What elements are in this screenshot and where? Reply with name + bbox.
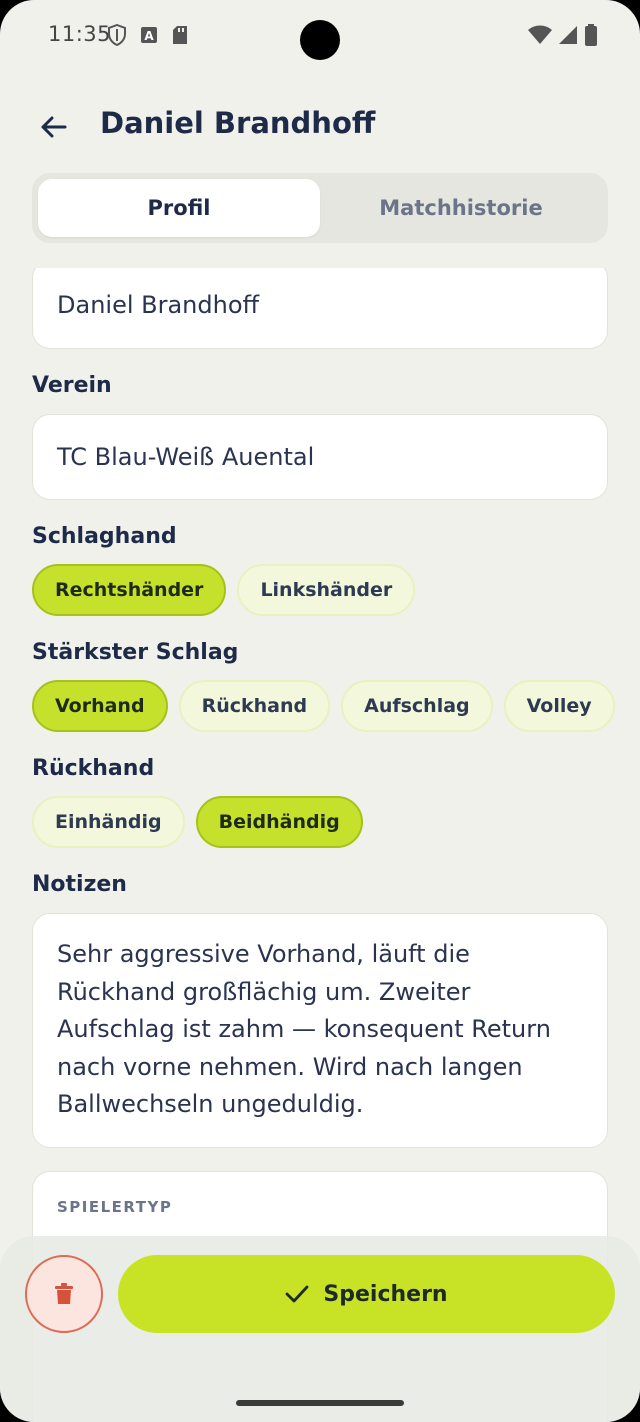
save-button[interactable]: Speichern — [118, 1255, 615, 1333]
app-screen: 11:35 A Daniel Brandhoff Profil Matchhis… — [0, 0, 640, 1422]
trash-icon — [55, 1283, 73, 1304]
chip-volley[interactable]: Volley — [503, 680, 615, 732]
status-time: 11:35 — [48, 22, 112, 46]
bottom-action-bar: Speichern — [0, 1236, 640, 1422]
save-label: Speichern — [323, 1281, 448, 1307]
chip-rueckhand[interactable]: Rückhand — [178, 680, 331, 732]
club-field[interactable]: TC Blau-Weiß Auental — [32, 414, 608, 500]
backhand-chip-group: Einhändig Beidhändig — [32, 796, 363, 848]
status-icons-left: A — [108, 24, 188, 46]
chip-rechtshaender[interactable]: Rechtshänder — [32, 564, 227, 616]
chip-aufschlag[interactable]: Aufschlag — [341, 680, 493, 732]
battery-icon — [585, 24, 597, 46]
stroke-chip-group: Vorhand Rückhand Aufschlag Volley — [32, 680, 615, 732]
arrow-left-icon — [41, 116, 67, 138]
app-bar: Daniel Brandhoff — [0, 96, 640, 156]
hand-label: Schlaghand — [32, 524, 177, 549]
wifi-icon — [528, 25, 552, 44]
shield-icon — [108, 24, 126, 46]
status-icons-right — [528, 24, 598, 46]
tab-matchhistorie[interactable]: Matchhistorie — [320, 179, 602, 237]
stroke-label: Stärkster Schlag — [32, 640, 239, 665]
a-badge-icon: A — [141, 27, 157, 43]
tab-profil[interactable]: Profil — [38, 179, 320, 237]
svg-text:A: A — [144, 29, 154, 43]
chip-linkshaender[interactable]: Linkshänder — [237, 564, 416, 616]
name-field[interactable]: Daniel Brandhoff — [32, 268, 608, 349]
back-button[interactable] — [30, 104, 76, 150]
page-title: Daniel Brandhoff — [100, 106, 376, 140]
player-type-title: SPIELERTYP — [57, 1198, 173, 1216]
sd-card-icon — [173, 26, 187, 44]
hand-chip-group: Rechtshänder Linkshänder — [32, 564, 416, 616]
delete-button[interactable] — [25, 1255, 103, 1333]
chip-beidhaendig[interactable]: Beidhändig — [195, 796, 363, 848]
notes-field[interactable]: Sehr aggressive Vorhand, läuft die Rückh… — [32, 913, 608, 1148]
status-bar: 11:35 A — [0, 0, 640, 72]
camera-cutout — [300, 20, 340, 60]
backhand-label: Rückhand — [32, 756, 155, 781]
club-label: Verein — [32, 373, 112, 398]
signal-icon — [559, 26, 577, 44]
notes-label: Notizen — [32, 872, 127, 897]
check-icon — [285, 1285, 309, 1303]
chip-einhaendig[interactable]: Einhändig — [32, 796, 185, 848]
chip-vorhand[interactable]: Vorhand — [32, 680, 168, 732]
tab-bar: Profil Matchhistorie — [32, 173, 608, 243]
home-indicator[interactable] — [236, 1400, 404, 1406]
